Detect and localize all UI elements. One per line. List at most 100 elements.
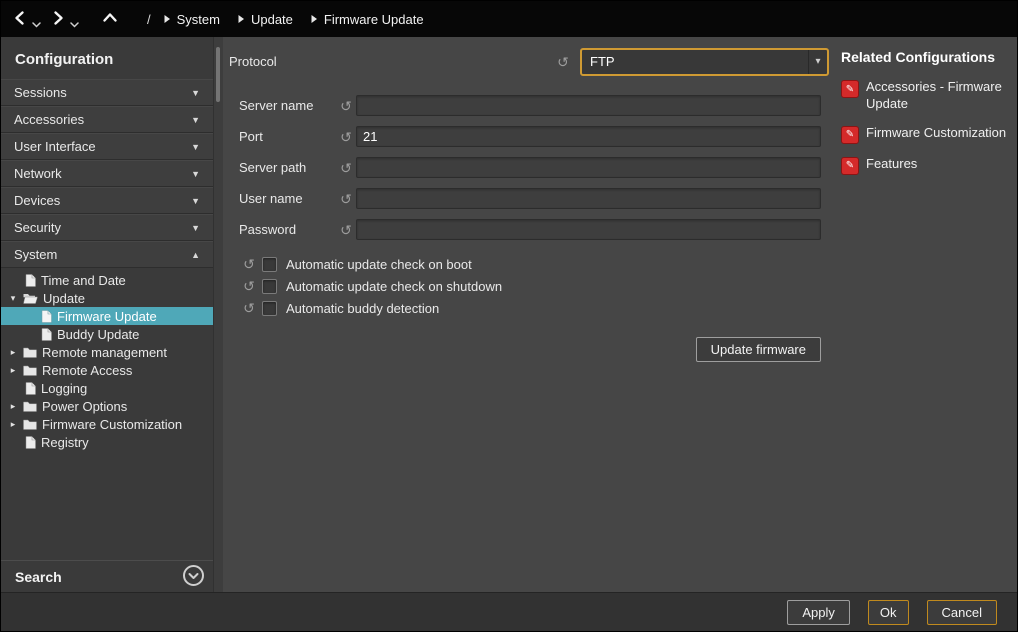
firmware-update-panel: Protocol ↺ FTP ▾ Server name ↺ Port ↺ Se… <box>223 37 837 592</box>
tree-item-remote-access[interactable]: ▸ Remote Access <box>1 361 213 379</box>
server-name-field[interactable] <box>356 95 821 116</box>
check-row-update-on-boot: ↺ Automatic update check on boot <box>223 253 837 275</box>
tree-item-registry[interactable]: Registry <box>1 433 213 451</box>
breadcrumb-arrow-icon <box>163 12 171 27</box>
tree-item-label: Registry <box>41 435 89 450</box>
undo-icon[interactable]: ↺ <box>336 99 356 113</box>
back-button[interactable] <box>11 8 29 31</box>
related-title: Related Configurations <box>841 49 1007 65</box>
sidebar-item-sessions[interactable]: Sessions ▼ <box>1 79 213 106</box>
password-field[interactable] <box>356 219 821 240</box>
tree-item-firmware-update[interactable]: Firmware Update <box>1 307 213 325</box>
search-expand-button[interactable] <box>182 564 205 590</box>
chevron-down-icon <box>32 16 41 31</box>
file-icon <box>25 382 36 395</box>
tree-item-time-and-date[interactable]: Time and Date <box>1 271 213 289</box>
related-item-label: Accessories - Firmware Update <box>866 79 1007 113</box>
expand-arrow-icon[interactable]: ▸ <box>8 366 18 375</box>
accordion-label: User Interface <box>14 139 96 154</box>
checkbox-update-check-boot[interactable] <box>262 257 277 272</box>
apply-button[interactable]: Apply <box>787 600 850 625</box>
sidebar-item-system[interactable]: System ▲ <box>1 241 213 268</box>
sidebar-item-devices[interactable]: Devices ▼ <box>1 187 213 214</box>
tree-item-label: Time and Date <box>41 273 126 288</box>
forward-history-dropdown[interactable] <box>70 16 79 31</box>
up-level-button[interactable] <box>101 8 119 31</box>
expand-arrow-icon[interactable]: ▸ <box>8 348 18 357</box>
tree-item-update[interactable]: ▾ Update <box>1 289 213 307</box>
dialog-button-bar: Apply Ok Cancel <box>1 592 1017 631</box>
accordion-label: Devices <box>14 193 60 208</box>
checkbox-update-check-shutdown[interactable] <box>262 279 277 294</box>
sidebar-item-accessories[interactable]: Accessories ▼ <box>1 106 213 133</box>
ftp-settings-form: Server name ↺ Port ↺ Server path ↺ User … <box>223 90 837 245</box>
breadcrumb-item-system[interactable]: System <box>163 12 220 27</box>
configuration-window: / System Update Firmware Update Configur… <box>0 0 1018 632</box>
file-icon <box>41 310 52 323</box>
breadcrumb-label: Firmware Update <box>324 12 424 27</box>
accordion-label: Security <box>14 220 61 235</box>
tree-item-buddy-update[interactable]: Buddy Update <box>1 325 213 343</box>
server-path-field[interactable] <box>356 157 821 178</box>
search-section[interactable]: Search <box>1 560 213 592</box>
tree-item-label: Firmware Customization <box>42 417 182 432</box>
related-item-features[interactable]: ✎ Features <box>841 156 1007 175</box>
undo-icon[interactable]: ↺ <box>239 257 259 271</box>
checkbox-buddy-detection[interactable] <box>262 301 277 316</box>
tree-item-label: Remote management <box>42 345 167 360</box>
breadcrumb-item-firmware-update[interactable]: Firmware Update <box>310 12 424 27</box>
sidebar-spacer <box>1 451 213 560</box>
scrollbar-thumb[interactable] <box>216 47 220 102</box>
protocol-dropdown-value: FTP <box>582 54 808 69</box>
sidebar-item-network[interactable]: Network ▼ <box>1 160 213 187</box>
tree-item-label: Remote Access <box>42 363 132 378</box>
tree-item-remote-management[interactable]: ▸ Remote management <box>1 343 213 361</box>
chevron-left-icon <box>12 10 28 29</box>
triangle-down-icon: ▼ <box>191 88 200 98</box>
forward-button[interactable] <box>49 8 67 31</box>
tree-item-label: Firmware Update <box>57 309 157 324</box>
configuration-sidebar: Configuration Sessions ▼ Accessories ▼ U… <box>1 37 213 592</box>
tree-item-logging[interactable]: Logging <box>1 379 213 397</box>
related-configurations-panel: Related Configurations ✎ Accessories - F… <box>835 37 1017 592</box>
related-item-firmware-customization[interactable]: ✎ Firmware Customization <box>841 125 1007 144</box>
update-firmware-button[interactable]: Update firmware <box>696 337 821 362</box>
folder-icon <box>23 365 37 376</box>
checkbox-label: Automatic update check on shutdown <box>286 279 502 294</box>
related-item-accessories-firmware-update[interactable]: ✎ Accessories - Firmware Update <box>841 79 1007 113</box>
breadcrumb-item-update[interactable]: Update <box>237 12 293 27</box>
collapse-arrow-icon[interactable]: ▾ <box>8 294 18 303</box>
undo-icon[interactable]: ↺ <box>336 130 356 144</box>
expand-arrow-icon[interactable]: ▸ <box>8 420 18 429</box>
undo-icon[interactable]: ↺ <box>336 192 356 206</box>
update-button-row: Update firmware <box>223 319 837 362</box>
breadcrumb-arrow-icon <box>310 12 318 27</box>
undo-icon[interactable]: ↺ <box>239 301 259 315</box>
sidebar-item-user-interface[interactable]: User Interface ▼ <box>1 133 213 160</box>
ok-button[interactable]: Ok <box>868 600 909 625</box>
undo-icon[interactable]: ↺ <box>239 279 259 293</box>
field-row-password: Password ↺ <box>223 214 837 245</box>
user-name-field[interactable] <box>356 188 821 209</box>
undo-icon[interactable]: ↺ <box>553 55 573 69</box>
protocol-dropdown[interactable]: FTP ▾ <box>580 48 829 76</box>
undo-icon[interactable]: ↺ <box>336 161 356 175</box>
tree-item-power-options[interactable]: ▸ Power Options <box>1 397 213 415</box>
check-row-update-on-shutdown: ↺ Automatic update check on shutdown <box>223 275 837 297</box>
triangle-down-icon: ▼ <box>191 196 200 206</box>
cancel-button[interactable]: Cancel <box>927 600 997 625</box>
field-row-user-name: User name ↺ <box>223 183 837 214</box>
checkbox-label: Automatic update check on boot <box>286 257 472 272</box>
field-row-port: Port ↺ <box>223 121 837 152</box>
port-field[interactable] <box>356 126 821 147</box>
tree-item-label: Logging <box>41 381 87 396</box>
update-options: ↺ Automatic update check on boot ↺ Autom… <box>223 253 837 319</box>
sidebar-item-security[interactable]: Security ▼ <box>1 214 213 241</box>
tree-item-firmware-customization[interactable]: ▸ Firmware Customization <box>1 415 213 433</box>
search-label: Search <box>15 569 62 585</box>
folder-open-icon <box>23 293 38 304</box>
undo-icon[interactable]: ↺ <box>336 223 356 237</box>
breadcrumb-arrow-icon <box>237 12 245 27</box>
expand-arrow-icon[interactable]: ▸ <box>8 402 18 411</box>
back-history-dropdown[interactable] <box>32 16 41 31</box>
